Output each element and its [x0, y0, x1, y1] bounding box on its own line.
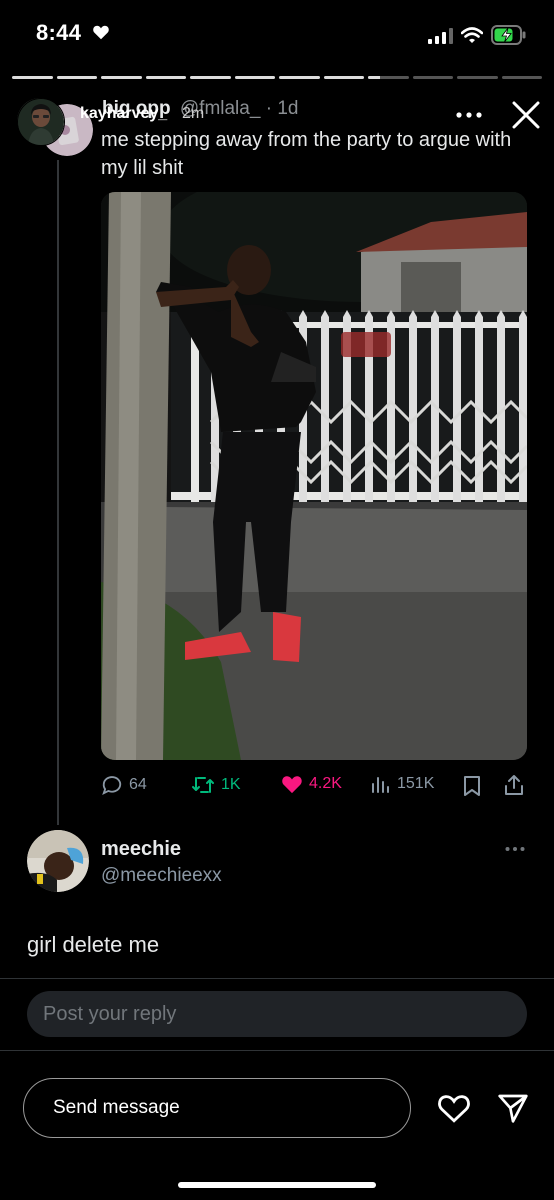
story-time: 2m	[182, 105, 205, 122]
status-time: 8:44	[36, 20, 82, 45]
story-progress-segment	[368, 76, 409, 79]
story-progress-segment	[234, 76, 275, 79]
send-message-placeholder: Send message	[53, 1097, 180, 1118]
story-progress-segment	[190, 76, 231, 79]
thread-line	[57, 160, 59, 825]
story-username[interactable]: kayharvey_	[80, 105, 167, 123]
battery-charging-icon	[491, 25, 526, 45]
reply-action[interactable]: 64	[101, 774, 147, 796]
reply-display-name[interactable]: meechie	[101, 838, 181, 861]
views-count: 151K	[397, 775, 435, 792]
tweet-time: 1d	[277, 98, 299, 119]
story-avatar-ring	[17, 98, 65, 146]
home-indicator	[178, 1182, 376, 1188]
story-progress-segment	[279, 76, 320, 79]
repost-count: 1K	[221, 776, 241, 793]
reply-handle[interactable]: @meechieexx	[101, 865, 222, 887]
story-progress-segment	[56, 76, 97, 79]
heart-outline-icon[interactable]	[437, 1092, 471, 1124]
views-icon	[372, 777, 389, 793]
story-progress-segment	[501, 76, 542, 79]
signal-icon	[428, 28, 453, 44]
heart-filled-icon	[282, 776, 302, 794]
like-count: 4.2K	[309, 775, 342, 792]
repost-icon	[192, 777, 214, 793]
views-action[interactable]: 151K	[371, 774, 434, 794]
story-progress	[12, 76, 542, 79]
repost-action[interactable]: 1K	[191, 774, 241, 796]
wifi-icon	[461, 27, 483, 43]
post-reply-placeholder: Post your reply	[43, 1003, 177, 1025]
like-action[interactable]: 4.2K	[281, 774, 342, 794]
send-message-input[interactable]: Send message	[23, 1078, 411, 1138]
story-progress-segment	[457, 76, 498, 79]
post-reply-input[interactable]: Post your reply	[27, 991, 527, 1037]
reply-icon	[102, 776, 122, 796]
send-icon[interactable]	[497, 1092, 529, 1124]
reply-more-icon[interactable]	[505, 846, 525, 852]
share-icon[interactable]	[503, 774, 525, 796]
reply-count: 64	[129, 776, 147, 793]
divider	[0, 978, 554, 979]
dot-separator: ·	[265, 98, 278, 119]
tweet-text: me stepping away from the party to argue…	[101, 129, 512, 179]
tweet-photo[interactable]	[101, 192, 527, 760]
story-progress-segment	[323, 76, 364, 79]
story-progress-segment	[12, 76, 53, 79]
tweet-actions: 64 1K 4.2K 151K	[101, 770, 527, 800]
more-icon[interactable]	[456, 110, 482, 120]
divider	[0, 1050, 554, 1051]
bookmark-icon[interactable]	[463, 775, 481, 797]
story-progress-segment	[145, 76, 186, 79]
story-progress-segment	[412, 76, 453, 79]
heart-status-icon	[93, 25, 109, 40]
reply-author-avatar[interactable]	[27, 830, 89, 892]
reply-text: girl delete me	[27, 932, 160, 957]
story-progress-segment	[101, 76, 142, 79]
